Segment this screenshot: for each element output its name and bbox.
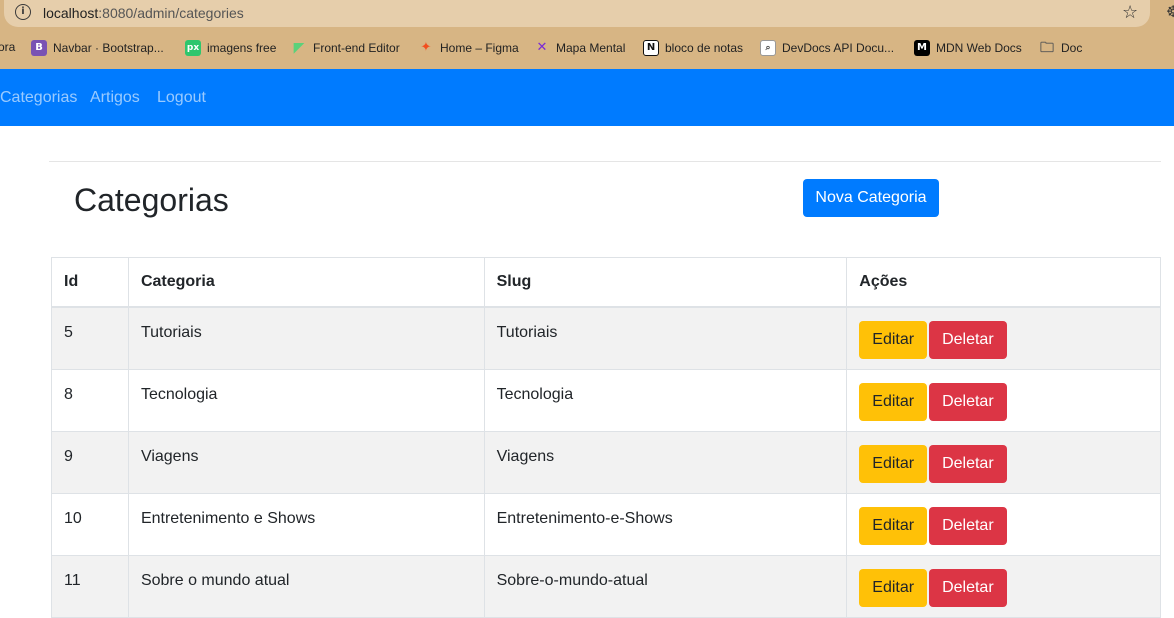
cell-slug: Entretenimento-e-Shows [483,492,848,556]
bookmark-label: Navbar · Bootstrap... [53,41,164,55]
edit-button[interactable]: Editar [859,382,928,421]
delete-button[interactable]: Deletar [929,382,1007,421]
cell-actions: Editar Deletar [846,306,1161,370]
bookmarks-bar: ora B Navbar · Bootstrap... px imagens f… [0,38,1174,60]
divider [49,161,1161,162]
categories-table: Id Categoria Slug Ações 5 Tutoriais Tuto… [51,257,1161,618]
bookmark-item[interactable]: ◤ Front-end Editor [291,40,400,56]
url-path: :8080/admin/categories [98,5,244,21]
mdn-icon: M [914,40,930,56]
cell-categoria: Tutoriais [127,306,485,370]
delete-button[interactable]: Deletar [929,444,1007,483]
cell-categoria: Entretenimento e Shows [127,492,485,556]
bookmark-item[interactable]: ora [0,40,15,54]
column-header-acoes: Ações [846,257,1161,308]
bookmark-label: Front-end Editor [313,41,400,55]
bookmark-label: ora [0,40,16,54]
bookmark-label: bloco de notas [665,41,744,55]
cell-slug: Tecnologia [483,368,848,432]
bookmark-item[interactable]: 🗀 Doc [1039,40,1082,56]
bookmark-item[interactable]: px imagens free [185,40,276,56]
cell-actions: Editar Deletar [846,492,1161,556]
bookmark-label: DevDocs API Docu... [782,41,895,55]
cell-id: 10 [51,492,129,556]
bookmark-item[interactable]: N bloco de notas [643,40,743,56]
bookmark-item[interactable]: ✦ Home – Figma [418,40,519,56]
browser-chrome: i localhost:8080/admin/categories ☆ ☸ or… [0,0,1174,69]
bookmark-label: MDN Web Docs [936,41,1022,55]
bookmark-label: Mapa Mental [556,41,626,55]
table-header-row: Id Categoria Slug Ações [51,257,1161,308]
table-row: 10 Entretenimento e Shows Entretenimento… [51,492,1161,556]
devdocs-icon: ⌕ [760,40,776,56]
mindmap-icon: ✕ [536,40,548,55]
cell-id: 9 [51,430,129,494]
nav-link-categorias[interactable]: Categorias [0,89,77,107]
nav-link-artigos[interactable]: Artigos [90,89,140,107]
cell-actions: Editar Deletar [846,554,1161,618]
column-header-categoria: Categoria [127,257,485,308]
profile-icon[interactable]: ☸ [1166,2,1174,21]
delete-button[interactable]: Deletar [929,506,1007,545]
address-bar[interactable]: i localhost:8080/admin/categories ☆ [4,0,1150,27]
edit-button[interactable]: Editar [859,506,928,545]
delete-button[interactable]: Deletar [929,321,1007,359]
bookmark-label: Doc [1061,41,1083,55]
table-row: 8 Tecnologia Tecnologia Editar Deletar [51,368,1161,432]
nav-link-logout[interactable]: Logout [157,89,206,107]
pixabay-icon: px [185,40,201,56]
cell-categoria: Viagens [127,430,485,494]
url-host: localhost [43,5,99,21]
edit-button[interactable]: Editar [859,321,928,359]
cell-slug: Viagens [483,430,848,494]
cell-categoria: Tecnologia [127,368,485,432]
bookmark-item[interactable]: ✕ Mapa Mental [534,40,626,56]
page-title: Categorias [74,182,229,218]
edit-button[interactable]: Editar [859,444,928,483]
flag-icon: ◤ [293,40,305,56]
cell-actions: Editar Deletar [846,430,1161,494]
cell-categoria: Sobre o mundo atual [127,554,485,618]
bookmark-item[interactable]: B Navbar · Bootstrap... [31,40,164,56]
table-row: 5 Tutoriais Tutoriais Editar Deletar [51,306,1161,370]
bootstrap-icon: B [31,40,47,56]
bookmark-item[interactable]: M MDN Web Docs [914,40,1022,56]
cell-actions: Editar Deletar [846,368,1161,432]
delete-button[interactable]: Deletar [929,568,1007,607]
top-navbar: Categorias Artigos Logout [0,69,1174,126]
bookmark-item[interactable]: ⌕ DevDocs API Docu... [760,40,894,56]
site-info-icon[interactable]: i [15,4,31,20]
notion-icon: N [643,40,659,56]
folder-icon: 🗀 [1040,40,1054,56]
cell-id: 11 [51,554,129,618]
column-header-id: Id [51,257,129,308]
edit-button[interactable]: Editar [859,568,928,607]
figma-icon: ✦ [420,40,432,55]
cell-id: 8 [51,368,129,432]
cell-id: 5 [51,306,129,370]
bookmark-label: Home – Figma [440,41,519,55]
column-header-slug: Slug [483,257,848,308]
new-category-button[interactable]: Nova Categoria [803,179,939,217]
cell-slug: Sobre-o-mundo-atual [483,554,848,618]
bookmark-label: imagens free [207,41,277,55]
bookmark-star-icon[interactable]: ☆ [1122,2,1138,23]
table-row: 11 Sobre o mundo atual Sobre-o-mundo-atu… [51,554,1161,618]
cell-slug: Tutoriais [483,306,848,370]
table-row: 9 Viagens Viagens Editar Deletar [51,430,1161,494]
url-text[interactable]: localhost:8080/admin/categories [43,5,244,21]
